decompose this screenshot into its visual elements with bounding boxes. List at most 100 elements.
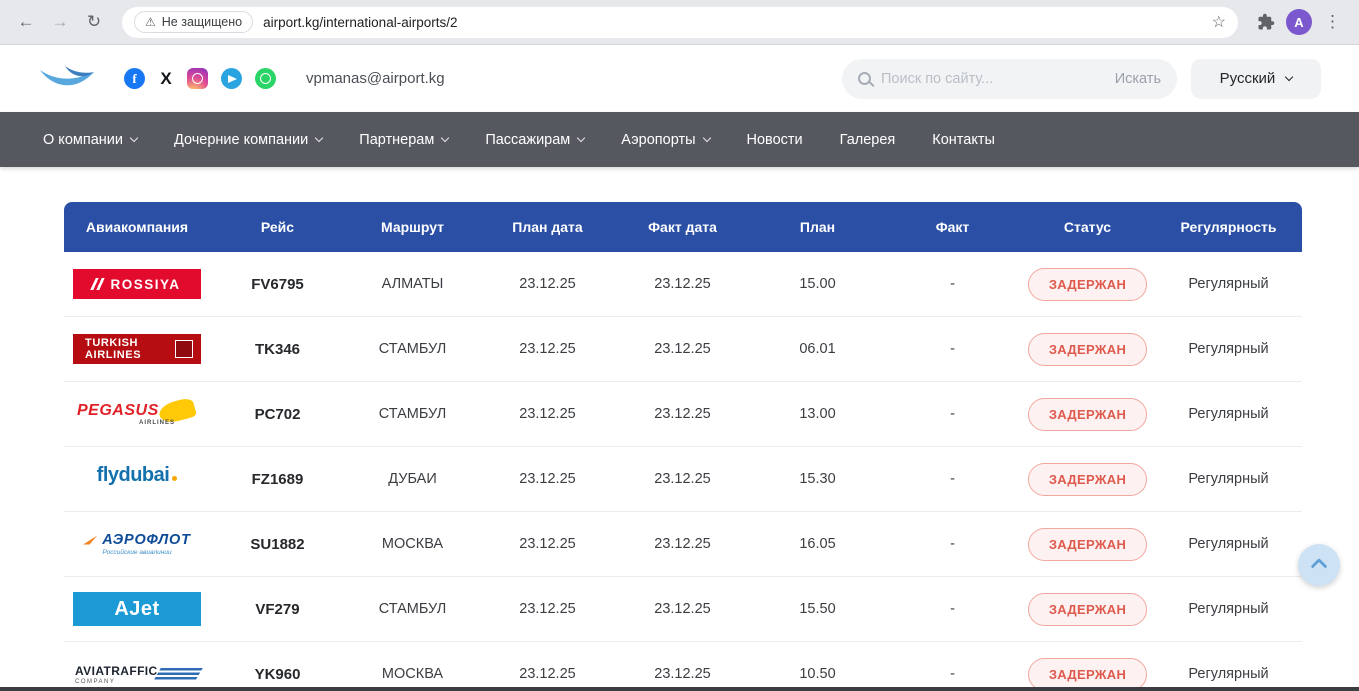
warning-icon: ⚠ (145, 15, 156, 29)
contact-email[interactable]: vpmanas@airport.kg (306, 70, 445, 87)
language-label: Русский (1220, 70, 1276, 87)
regularity: Регулярный (1155, 471, 1302, 487)
facebook-icon[interactable]: f (124, 68, 145, 89)
status-badge: ЗАДЕРЖАН (1028, 268, 1147, 301)
browser-menu-icon[interactable]: ⋮ (1318, 12, 1347, 32)
bookmark-star-icon[interactable]: ☆ (1212, 12, 1226, 32)
table-row: TURKISH AIRLINES TK346 СТАМБУЛ 23.12.25 … (64, 317, 1302, 382)
status-cell: ЗАДЕРЖАН (1020, 528, 1155, 561)
flights-table: Авиакомпания Рейс Маршрут План дата Факт… (64, 202, 1302, 691)
airline-logo-text: PEGASUS (77, 402, 159, 420)
table-rows: ROSSIYA FV6795 АЛМАТЫ 23.12.25 23.12.25 … (64, 252, 1302, 691)
chevron-down-icon (315, 134, 323, 142)
social-links: f X (124, 68, 276, 89)
status-cell: ЗАДЕРЖАН (1020, 333, 1155, 366)
column-header-flight: Рейс (210, 219, 345, 235)
x-twitter-icon[interactable]: X (158, 68, 174, 89)
nav-label: Пассажирам (485, 132, 570, 148)
plan-date: 23.12.25 (480, 666, 615, 682)
reload-icon[interactable]: ↻ (80, 8, 108, 36)
profile-avatar[interactable]: A (1286, 9, 1312, 35)
nav-label: Галерея (840, 132, 896, 148)
site-header: f X vpmanas@airport.kg Искать Русский (0, 45, 1359, 112)
airline-cell: AVIATRAFFIC COMPANY (64, 659, 210, 689)
chevron-down-icon (702, 134, 710, 142)
airline-logo: PEGASUS AIRLINES (73, 398, 201, 430)
nav-label: Аэропорты (621, 132, 695, 148)
airline-cell: flydubai (64, 464, 210, 494)
airline-cell: PEGASUS AIRLINES (64, 398, 210, 430)
nav-item-subsidiaries[interactable]: Дочерние компании (174, 132, 322, 148)
route: СТАМБУЛ (345, 601, 480, 617)
plan-date: 23.12.25 (480, 341, 615, 357)
status-badge: ЗАДЕРЖАН (1028, 593, 1147, 626)
flight-number: FV6795 (210, 276, 345, 293)
forward-icon[interactable]: → (46, 8, 74, 36)
security-chip-label: Не защищено (162, 15, 242, 29)
plan-time: 06.01 (750, 341, 885, 357)
fact-time: - (885, 341, 1020, 357)
plan-time: 15.50 (750, 601, 885, 617)
status-badge: ЗАДЕРЖАН (1028, 528, 1147, 561)
nav-item-about[interactable]: О компании (43, 132, 137, 148)
plan-time: 10.50 (750, 666, 885, 682)
search-button[interactable]: Искать (1115, 71, 1161, 87)
airline-logo: TURKISH AIRLINES (73, 334, 201, 364)
airline-logo-text: flydubai (97, 464, 170, 487)
address-bar[interactable]: ⚠ Не защищено airport.kg/international-a… (122, 7, 1238, 38)
search-input[interactable] (881, 71, 1105, 87)
chevron-down-icon (130, 134, 138, 142)
airline-logo-subtext: AIRLINES (85, 349, 141, 361)
airline-logo-text: AVIATRAFFIC (75, 664, 158, 678)
scroll-to-top-button[interactable] (1298, 544, 1340, 586)
nav-item-partners[interactable]: Партнерам (359, 132, 448, 148)
table-row: АЭРОФЛОТ Российские авиалинии SU1882 МОС… (64, 512, 1302, 577)
table-row: AVIATRAFFIC COMPANY YK960 МОСКВА 23.12.2… (64, 642, 1302, 691)
fact-time: - (885, 471, 1020, 487)
nav-item-contacts[interactable]: Контакты (932, 132, 995, 148)
status-cell: ЗАДЕРЖАН (1020, 463, 1155, 496)
airline-logo: AJet (73, 592, 201, 626)
whatsapp-icon[interactable] (255, 68, 276, 89)
table-row: PEGASUS AIRLINES PC702 СТАМБУЛ 23.12.25 … (64, 382, 1302, 447)
chevron-down-icon (577, 134, 585, 142)
status-badge: ЗАДЕРЖАН (1028, 398, 1147, 431)
column-header-fact-date: Факт дата (615, 219, 750, 235)
fact-time: - (885, 406, 1020, 422)
back-icon[interactable]: ← (12, 8, 40, 36)
security-chip[interactable]: ⚠ Не защищено (134, 11, 253, 33)
chevron-up-icon (1311, 558, 1328, 575)
plan-time: 15.00 (750, 276, 885, 292)
airline-logo-subtext: AIRLINES (139, 420, 175, 426)
nav-label: О компании (43, 132, 123, 148)
route: СТАМБУЛ (345, 406, 480, 422)
column-header-fact: Факт (885, 219, 1020, 235)
column-header-airline: Авиакомпания (64, 219, 210, 235)
nav-label: Новости (747, 132, 803, 148)
flight-number: VF279 (210, 601, 345, 618)
nav-label: Дочерние компании (174, 132, 308, 148)
column-header-status: Статус (1020, 219, 1155, 235)
telegram-icon[interactable] (221, 68, 242, 89)
site-logo[interactable] (38, 64, 96, 94)
plan-date: 23.12.25 (480, 601, 615, 617)
language-selector[interactable]: Русский (1191, 59, 1321, 99)
nav-item-news[interactable]: Новости (747, 132, 803, 148)
fact-date: 23.12.25 (615, 341, 750, 357)
extensions-icon[interactable] (1252, 8, 1280, 36)
fact-time: - (885, 536, 1020, 552)
column-header-plan-date: План дата (480, 219, 615, 235)
status-cell: ЗАДЕРЖАН (1020, 398, 1155, 431)
airline-logo-text: TURKISH (85, 337, 138, 349)
instagram-icon[interactable] (187, 68, 208, 89)
table-row: AJet VF279 СТАМБУЛ 23.12.25 23.12.25 15.… (64, 577, 1302, 642)
plan-date: 23.12.25 (480, 536, 615, 552)
fact-time: - (885, 601, 1020, 617)
nav-item-gallery[interactable]: Галерея (840, 132, 896, 148)
plan-time: 13.00 (750, 406, 885, 422)
status-cell: ЗАДЕРЖАН (1020, 268, 1155, 301)
nav-item-airports[interactable]: Аэропорты (621, 132, 709, 148)
nav-item-passengers[interactable]: Пассажирам (485, 132, 584, 148)
regularity: Регулярный (1155, 666, 1302, 682)
chevron-down-icon (441, 134, 449, 142)
